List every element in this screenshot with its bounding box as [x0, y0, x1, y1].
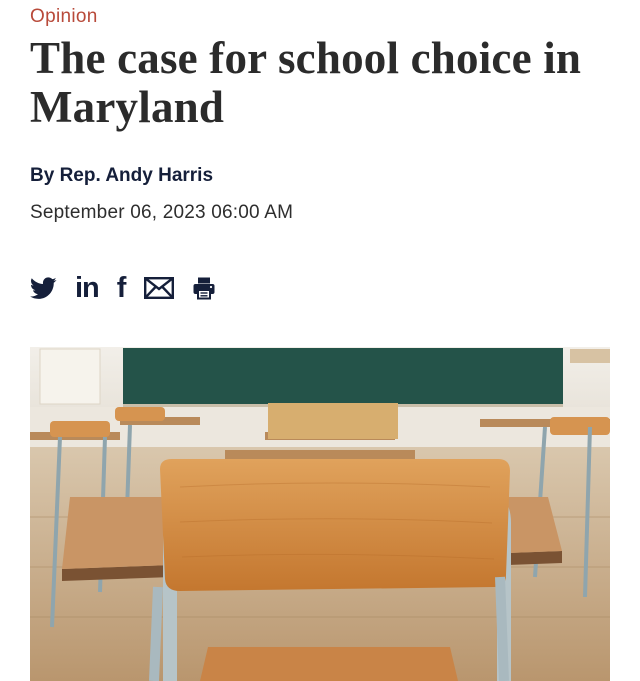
print-icon — [193, 277, 215, 300]
classroom-illustration — [30, 347, 610, 681]
hero-image — [30, 347, 610, 681]
twitter-icon — [30, 276, 57, 299]
article-category[interactable]: Opinion — [30, 6, 98, 28]
twitter-share-button[interactable] — [30, 272, 57, 304]
facebook-share-button[interactable]: f — [117, 272, 127, 304]
linkedin-share-button[interactable]: in — [75, 272, 100, 304]
print-share-button[interactable] — [192, 272, 216, 304]
article-date: September 06, 2023 06:00 AM — [30, 202, 294, 223]
email-share-button[interactable] — [144, 272, 175, 304]
share-bar: in f — [30, 272, 234, 304]
facebook-icon: f — [116, 272, 127, 304]
linkedin-icon: in — [75, 272, 100, 304]
email-icon — [144, 277, 175, 299]
article-byline[interactable]: By Rep. Andy Harris — [30, 165, 213, 187]
article-headline: The case for school choice in Maryland — [30, 33, 582, 132]
